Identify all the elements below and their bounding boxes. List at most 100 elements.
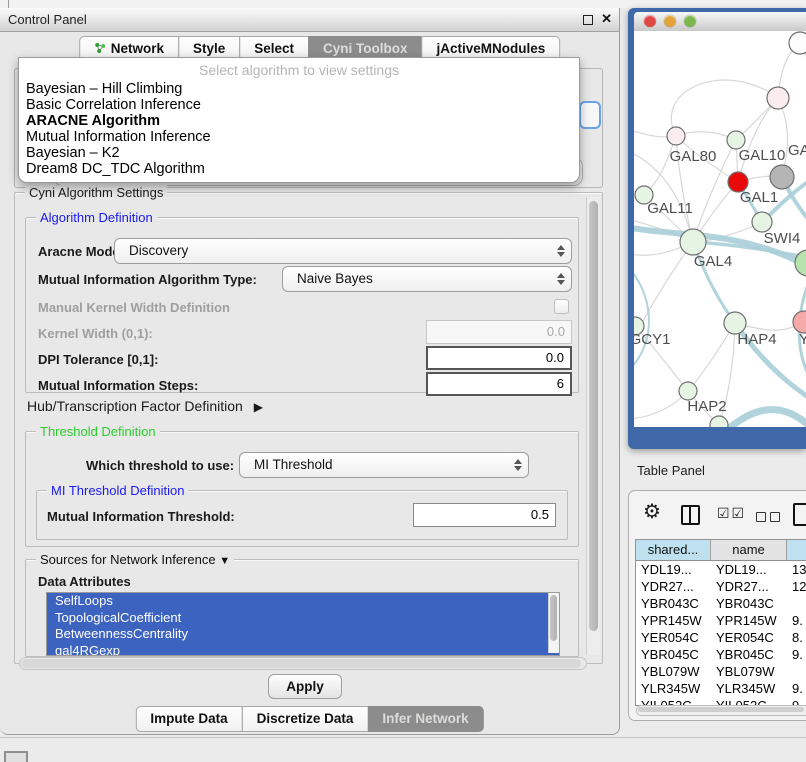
list-scrollbar-thumb[interactable] [550, 595, 557, 641]
mac-minimize-button[interactable] [664, 15, 676, 27]
algorithm-option[interactable]: Basic Correlation Inference [19, 97, 579, 113]
collapse-arrow-icon: ▼ [219, 555, 230, 567]
attribute-list-item[interactable]: SelfLoops [47, 593, 559, 610]
tab-label: Style [193, 41, 225, 56]
table-column-header[interactable] [787, 540, 806, 560]
network-node[interactable] [752, 212, 772, 232]
tab-label: jActiveMNodules [437, 41, 546, 56]
attribute-list-item[interactable]: BetweennessCentrality [47, 626, 559, 643]
network-node[interactable] [680, 229, 706, 255]
kernel-width-field[interactable]: 0.0 [426, 320, 572, 344]
aracne-mode-combo[interactable]: Discovery [114, 238, 572, 264]
table-horizontal-scrollbar[interactable] [636, 705, 806, 716]
algorithm-option[interactable]: Mutual Information Inference [19, 129, 579, 145]
sources-title-text: Sources for Network Inference [40, 552, 216, 567]
mi-steps-field[interactable]: 6 [426, 372, 572, 396]
table-cell [787, 595, 806, 612]
table-cell: YBR045C [711, 646, 787, 663]
algorithm-option[interactable]: ARACNE Algorithm [19, 113, 579, 129]
table-cell: YBR043C [711, 595, 787, 612]
tab-label: Discretize Data [257, 711, 354, 726]
table-cell: YDL19... [636, 561, 711, 578]
table-cell: YLR345W [636, 680, 711, 697]
tab-infer-network[interactable]: Infer Network [367, 706, 483, 732]
settings-vertical-scrollbar[interactable] [586, 197, 600, 655]
table-cell: YDR27... [711, 578, 787, 595]
network-node[interactable] [789, 32, 806, 54]
combo-arrows-icon [556, 244, 564, 258]
deselect-all-checkboxes-icon[interactable] [756, 509, 784, 527]
network-edge [688, 323, 735, 391]
network-node[interactable] [770, 165, 794, 189]
network-node[interactable] [793, 311, 806, 333]
hub-definition-label: Hub/Transcription Factor Definition [27, 398, 243, 414]
document-icon[interactable] [793, 503, 806, 526]
attribute-list-item[interactable]: gal4RGexp [47, 643, 559, 657]
tab-label: Network [111, 41, 164, 56]
unchecked-box-icon [770, 512, 780, 522]
sources-title[interactable]: Sources for Network Inference ▼ [36, 552, 234, 567]
algorithm-option[interactable]: Dream8 DC_TDC Algorithm [19, 161, 579, 177]
table-header-row: shared...name [636, 540, 806, 561]
algorithm-dropdown-prompt: Select algorithm to view settings [19, 58, 579, 81]
manual-kernel-checkbox[interactable] [554, 299, 569, 314]
close-icon[interactable]: ✕ [601, 11, 612, 27]
network-window-titlebar [634, 12, 806, 32]
select-all-checkboxes-icon[interactable]: ☑☑ [717, 505, 746, 522]
expand-arrow-icon: ▶ [254, 400, 263, 414]
attribute-list-item[interactable]: TopologicalCoefficient [47, 610, 559, 627]
mac-close-button[interactable] [644, 15, 656, 27]
float-window-icon[interactable] [583, 15, 593, 25]
table-row[interactable]: YPR145WYPR145W9. [636, 612, 806, 629]
network-node-label: GCY1 [634, 331, 670, 348]
screenshot-root: Control Panel ✕ NetworkStyleSelectCyni T… [0, 0, 806, 762]
network-node[interactable] [667, 127, 685, 145]
table-row[interactable]: YDL19...YDL19...13 [636, 561, 806, 578]
table-panel-box: ⚙ ☑☑ shared...name YDL19...YDL19...13YDR… [628, 490, 806, 721]
which-threshold-value: MI Threshold [254, 457, 333, 472]
hub-definition-row[interactable]: Hub/Transcription Factor Definition ▶ [27, 398, 263, 414]
settings-horizontal-scrollbar[interactable] [19, 657, 587, 670]
settings-vertical-scrollbar-thumb[interactable] [589, 201, 598, 631]
tab-label: Impute Data [150, 711, 227, 726]
mi-threshold-label: Mutual Information Threshold: [47, 509, 235, 524]
table-row[interactable]: YDR27...YDR27...12 [636, 578, 806, 595]
network-node[interactable] [767, 87, 789, 109]
mi-threshold-field[interactable]: 0.5 [413, 503, 556, 527]
table-cell: YER054C [636, 629, 711, 646]
bottom-left-button-fragment[interactable] [4, 751, 28, 762]
table-row[interactable]: YLR345WYLR345W9. [636, 680, 806, 697]
network-canvas[interactable]: GALGAL80GAL10GAL1GAL11SWI4GAL4GCY1HAP4YH… [634, 31, 806, 427]
algorithm-option[interactable]: Bayesian – K2 [19, 145, 579, 161]
gear-icon[interactable]: ⚙ [643, 499, 661, 524]
mi-type-combo[interactable]: Naive Bayes [282, 266, 572, 292]
network-edge-highlight [726, 410, 806, 427]
dpi-tolerance-field[interactable]: 0.0 [426, 346, 572, 370]
mac-zoom-button[interactable] [684, 15, 696, 27]
table-row[interactable]: YBL079WYBL079W [636, 663, 806, 680]
network-node[interactable] [710, 416, 728, 427]
table-cell: 9. [787, 646, 806, 663]
which-threshold-combo[interactable]: MI Threshold [239, 452, 529, 478]
table-cell: 12 [787, 578, 806, 595]
settings-horizontal-scrollbar-thumb[interactable] [21, 659, 581, 668]
tab-label: Cyni Toolbox [323, 41, 408, 56]
list-vertical-scrollbar[interactable] [548, 593, 559, 653]
table-row[interactable]: YBR043CYBR043C [636, 595, 806, 612]
network-node-label: GAL1 [740, 189, 778, 206]
tab-discretize-data[interactable]: Discretize Data [242, 706, 369, 732]
mi-threshold-title: MI Threshold Definition [47, 483, 188, 498]
algorithm-definition-group: Algorithm Definition Aracne Mode: Discov… [25, 217, 579, 393]
tab-impute-data[interactable]: Impute Data [135, 706, 242, 732]
table-column-header[interactable]: name [711, 540, 787, 560]
columns-icon[interactable] [681, 505, 700, 525]
focused-combo-fragment[interactable] [579, 101, 601, 129]
table-column-header[interactable]: shared... [636, 540, 711, 560]
apply-button[interactable]: Apply [268, 674, 342, 699]
table-row[interactable]: YBR045CYBR045C9. [636, 646, 806, 663]
algorithm-option[interactable]: Bayesian – Hill Climbing [19, 81, 579, 97]
data-attributes-list[interactable]: SelfLoopsTopologicalCoefficientBetweenne… [46, 592, 560, 656]
mi-type-value: Naive Bayes [297, 271, 373, 286]
table-row[interactable]: YER054CYER054C8. [636, 629, 806, 646]
table-horizontal-scrollbar-thumb[interactable] [638, 707, 804, 712]
